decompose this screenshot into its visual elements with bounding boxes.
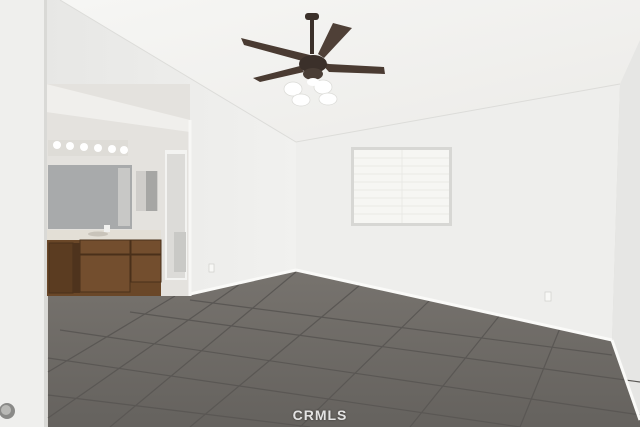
bathroom-area xyxy=(46,84,190,296)
wall-outlet xyxy=(544,291,552,302)
room-photo: CRMLS xyxy=(0,0,640,427)
watermark-text: CRMLS xyxy=(292,407,348,423)
room-illustration xyxy=(0,0,640,427)
window xyxy=(351,147,452,226)
foreground-wall xyxy=(0,0,47,427)
wall-outlet xyxy=(208,263,215,273)
